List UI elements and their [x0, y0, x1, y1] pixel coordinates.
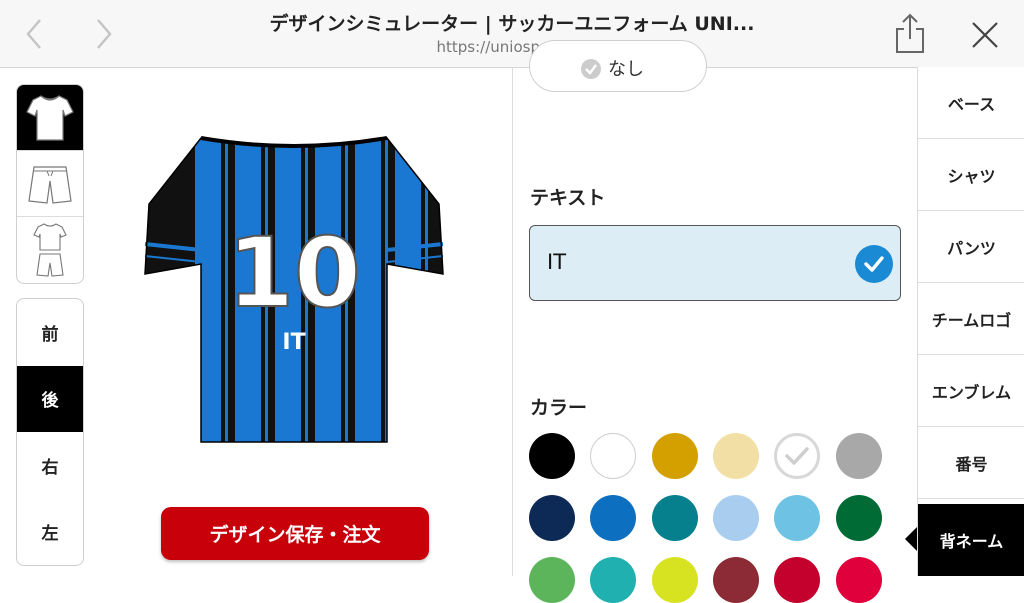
menu-pants[interactable]: パンツ: [918, 211, 1024, 283]
browser-toolbar: デザインシミュレーター | サッカーユニフォーム UNI... https://…: [0, 0, 1024, 68]
url-text[interactable]: https://uniosports.jp: [0, 38, 1024, 56]
jersey-name: IT: [282, 330, 305, 355]
view-left[interactable]: 左: [17, 499, 83, 566]
selected-check-icon: [785, 447, 809, 465]
jersey-stripe: [395, 138, 421, 442]
thumb-set[interactable]: [17, 217, 83, 283]
color-swatch[interactable]: [651, 495, 698, 541]
name-text-input[interactable]: IT: [529, 225, 901, 301]
shirt-icon: [26, 94, 74, 141]
view-right[interactable]: 右: [17, 432, 83, 499]
category-menu: ベース シャツ パンツ チームロゴ エンブレム 番号 背ネーム: [917, 67, 1024, 576]
view-back[interactable]: 後: [17, 365, 83, 432]
color-swatch[interactable]: [529, 495, 575, 541]
color-swatch[interactable]: [590, 557, 637, 603]
color-swatch[interactable]: [590, 433, 637, 479]
color-swatch[interactable]: [712, 495, 759, 541]
panel-divider: [512, 67, 513, 576]
share-icon[interactable]: [893, 12, 927, 56]
view-selector: 前 後 右 左: [16, 298, 84, 566]
menu-emblem[interactable]: エンブレム: [918, 355, 1024, 427]
page-title: デザインシミュレーター | サッカーユニフォーム UNI...: [269, 13, 755, 35]
color-swatch[interactable]: [651, 557, 698, 603]
item-selector: [16, 84, 84, 284]
thumb-shorts[interactable]: [17, 151, 83, 217]
jersey-stripe: [195, 138, 221, 442]
menu-base[interactable]: ベース: [918, 67, 1024, 139]
save-order-button[interactable]: デザイン保存・注文: [161, 507, 429, 560]
thumb-shirt[interactable]: [17, 85, 83, 151]
jersey-number: 10: [227, 217, 361, 329]
color-section-label: カラー: [530, 397, 588, 419]
text-section-label: テキスト: [530, 187, 606, 209]
jersey-preview: 10 IT: [143, 124, 445, 446]
color-swatch-selected[interactable]: [774, 433, 821, 479]
shorts-icon: [28, 165, 72, 204]
name-text-value: IT: [547, 250, 567, 274]
uniform-set-icon: [33, 223, 67, 277]
color-swatch[interactable]: [651, 433, 698, 479]
view-front[interactable]: 前: [17, 299, 83, 366]
menu-shirt[interactable]: シャツ: [918, 139, 1024, 211]
check-icon: [581, 59, 601, 79]
confirm-check-icon[interactable]: [855, 245, 893, 283]
none-option-label: なし: [608, 59, 644, 80]
color-swatch[interactable]: [712, 433, 759, 479]
color-swatch[interactable]: [835, 495, 882, 541]
menu-back-name[interactable]: 背ネーム: [918, 504, 1024, 576]
color-swatch[interactable]: [835, 557, 882, 603]
color-swatch[interactable]: [835, 433, 882, 479]
color-swatch[interactable]: [529, 433, 575, 479]
color-swatch[interactable]: [712, 557, 759, 603]
color-swatch[interactable]: [774, 557, 821, 603]
none-option-button[interactable]: なし: [529, 40, 707, 92]
menu-team-logo[interactable]: チームロゴ: [918, 283, 1024, 355]
close-icon[interactable]: [970, 20, 1000, 50]
color-swatch[interactable]: [774, 495, 821, 541]
jersey-pinstripe: [425, 138, 428, 442]
menu-number[interactable]: 番号: [918, 427, 1024, 499]
color-swatch[interactable]: [529, 557, 575, 603]
active-menu-pointer: [905, 527, 917, 551]
color-swatch[interactable]: [590, 495, 637, 541]
